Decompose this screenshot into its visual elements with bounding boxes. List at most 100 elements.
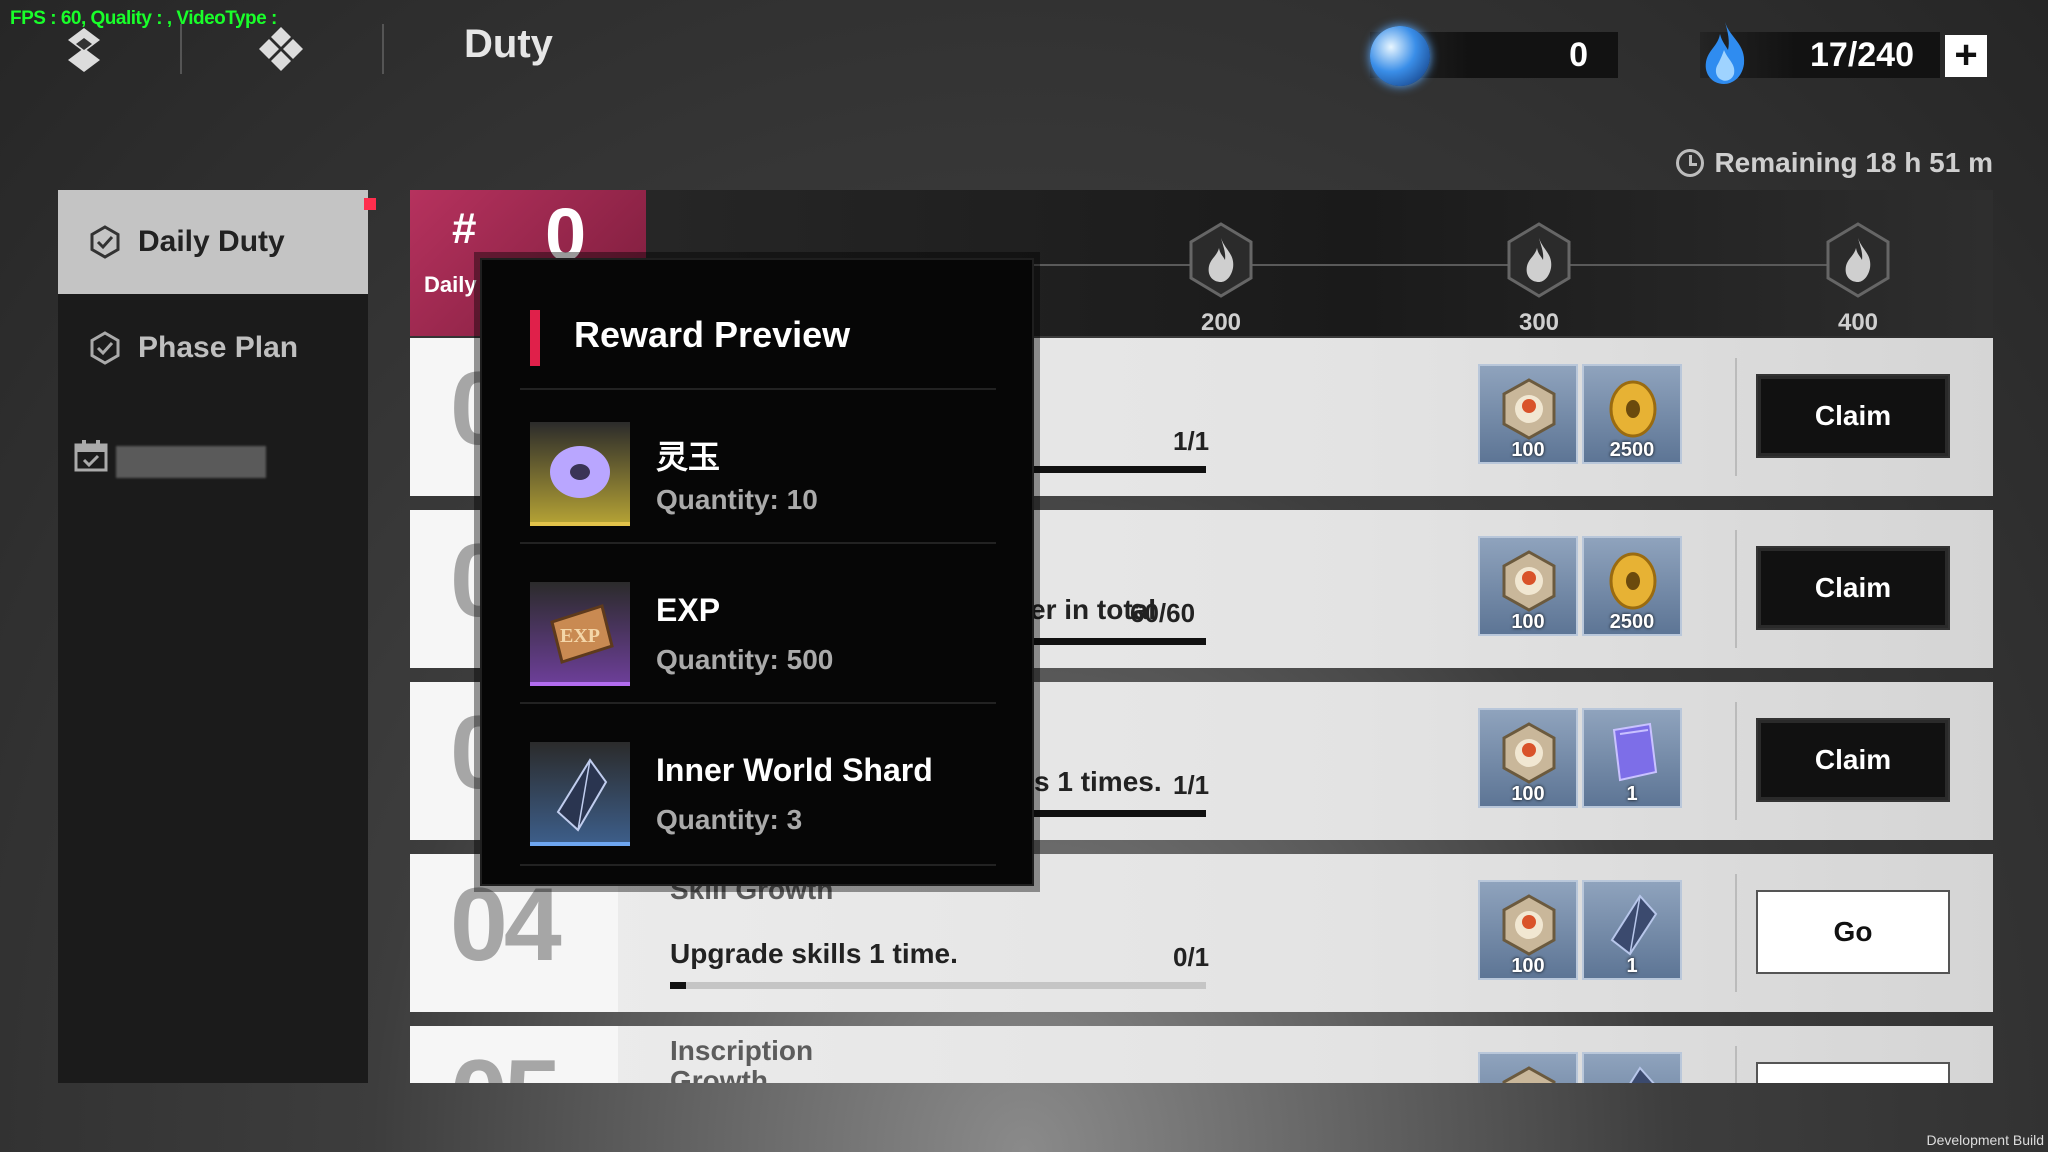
- reward-preview-item[interactable]: EXP EXP Quantity: 500: [530, 582, 1000, 686]
- reward-slot[interactable]: 2500: [1582, 536, 1682, 636]
- gold-coin-icon: [1609, 552, 1657, 610]
- top-bar: Duty 0 17/240 +: [0, 0, 2048, 110]
- home-icon[interactable]: [252, 24, 310, 74]
- flame-milestone-icon: [1189, 222, 1253, 298]
- clock-icon: [1676, 149, 1705, 177]
- exp-token-icon: [1502, 1066, 1556, 1083]
- sidebar: Daily Duty Phase Plan: [58, 190, 368, 1083]
- popup-divider: [520, 864, 996, 866]
- reward-qty: 1: [1626, 783, 1638, 805]
- reward-slot[interactable]: [1478, 1052, 1578, 1083]
- reward-qty: 100: [1511, 783, 1545, 805]
- task-description: Upgrade skills 1 time.: [670, 938, 958, 969]
- sidebar-item-daily-duty[interactable]: Daily Duty: [58, 190, 368, 294]
- reward-qty: 100: [1511, 955, 1545, 977]
- row-divider: [1735, 702, 1737, 820]
- task-count: 60/60: [1130, 598, 1196, 628]
- remaining-time: Remaining 18 h 51 m: [1676, 147, 1993, 179]
- reward-slot[interactable]: 1: [1582, 880, 1682, 980]
- reward-qty: 100: [1511, 439, 1545, 461]
- task-count: 1/1: [1173, 770, 1210, 800]
- popup-divider: [520, 388, 996, 390]
- calendar-check-icon[interactable]: [74, 440, 108, 472]
- row-divider: [1735, 1046, 1737, 1083]
- milestone-value: 400: [1837, 309, 1879, 336]
- exp-token-icon: [1502, 378, 1556, 440]
- reward-item-qty: Quantity: 3: [656, 804, 803, 835]
- sidebar-item-phase-plan[interactable]: Phase Plan: [58, 296, 368, 400]
- milestone-200[interactable]: 200: [1181, 220, 1261, 337]
- milestone-400[interactable]: 400: [1818, 220, 1898, 337]
- reward-qty: 2500: [1609, 439, 1655, 461]
- dev-build-label: Development Build: [1926, 1132, 2044, 1148]
- row-divider: [1735, 530, 1737, 648]
- page-title: Duty: [464, 22, 553, 66]
- crystal-shard-icon: [530, 742, 630, 846]
- task-progress-bar: [670, 982, 1206, 989]
- exp-token-icon: [1502, 722, 1556, 784]
- claim-button[interactable]: Claim: [1756, 374, 1950, 458]
- claim-button[interactable]: Claim: [1756, 718, 1950, 802]
- milestone-300[interactable]: 300: [1499, 220, 1579, 337]
- milestone-line: [1590, 264, 1830, 266]
- back-icon[interactable]: [55, 24, 113, 74]
- reward-preview-item[interactable]: 灵玉 Quantity: 10: [530, 422, 1000, 526]
- go-button[interactable]: [1756, 1062, 1950, 1083]
- popup-divider: [520, 702, 996, 704]
- reward-item-name: EXP: [656, 592, 721, 628]
- reward-slot[interactable]: [1582, 1052, 1682, 1083]
- remaining-text: Remaining 18 h 51 m: [1714, 147, 1993, 178]
- activity-label: Daily: [424, 272, 477, 297]
- reward-qty: 1: [1626, 955, 1638, 977]
- go-button[interactable]: Go: [1756, 890, 1950, 974]
- separator: [382, 24, 384, 74]
- reward-slot[interactable]: 1: [1582, 708, 1682, 808]
- svg-text:EXP: EXP: [560, 625, 600, 647]
- task-title: Inscription Growth: [670, 1035, 814, 1084]
- book-icon: [1612, 722, 1658, 782]
- popup-divider: [520, 542, 996, 544]
- gold-coin-icon: [1609, 380, 1657, 438]
- popup-accent: [530, 310, 540, 366]
- reward-item-qty: Quantity: 500: [656, 644, 834, 675]
- claim-button[interactable]: Claim: [1756, 546, 1950, 630]
- task-progress-fill: [670, 982, 687, 989]
- stamina-value: 17/240: [1810, 36, 1914, 74]
- reward-slot[interactable]: 2500: [1582, 364, 1682, 464]
- blurred-item[interactable]: [116, 446, 266, 478]
- reward-slot[interactable]: 100: [1478, 880, 1578, 980]
- task-count: 0/1: [1173, 942, 1210, 972]
- popup-title: Reward Preview: [574, 314, 851, 355]
- row-divider: [1735, 874, 1737, 992]
- flame-milestone-icon: [1507, 222, 1571, 298]
- reward-item-qty: Quantity: 10: [656, 484, 818, 515]
- separator: [180, 24, 182, 74]
- reward-qty: 2500: [1609, 611, 1655, 633]
- reward-preview-item[interactable]: Inner World Shard Quantity: 3: [530, 742, 1000, 846]
- reward-item-name: 灵玉: [656, 439, 721, 475]
- reward-slot[interactable]: 100: [1478, 364, 1578, 464]
- reward-item-name: Inner World Shard: [656, 752, 933, 788]
- hash-label: #: [452, 204, 477, 253]
- reward-preview-popup: Reward Preview 灵玉 Quantity: 10 EXP EXP Q…: [480, 258, 1034, 886]
- row-divider: [1735, 358, 1737, 476]
- task-number: 05: [450, 1038, 562, 1083]
- blue-flame-icon: [1705, 22, 1745, 84]
- hexagon-check-icon: [90, 225, 120, 259]
- milestone-value: 300: [1518, 309, 1560, 336]
- exp-token-icon: [1502, 550, 1556, 612]
- jade-ring-icon: [530, 422, 630, 526]
- exp-medal-icon: EXP: [530, 582, 630, 686]
- task-description: s 1 times.: [1034, 766, 1162, 797]
- add-stamina-button[interactable]: +: [1945, 35, 1987, 77]
- reward-slot[interactable]: 100: [1478, 708, 1578, 808]
- reward-slot[interactable]: 100: [1478, 536, 1578, 636]
- notification-dot: [364, 198, 376, 210]
- exp-token-icon: [1502, 894, 1556, 956]
- milestone-value: 200: [1200, 309, 1242, 336]
- hexagon-check-icon: [90, 331, 120, 365]
- shard-icon: [1629, 1066, 1655, 1083]
- fps-debug-text: FPS : 60, Quality : , VideoType :: [10, 8, 277, 29]
- sidebar-item-label: Daily Duty: [138, 225, 285, 258]
- task-count: 1/1: [1173, 426, 1210, 456]
